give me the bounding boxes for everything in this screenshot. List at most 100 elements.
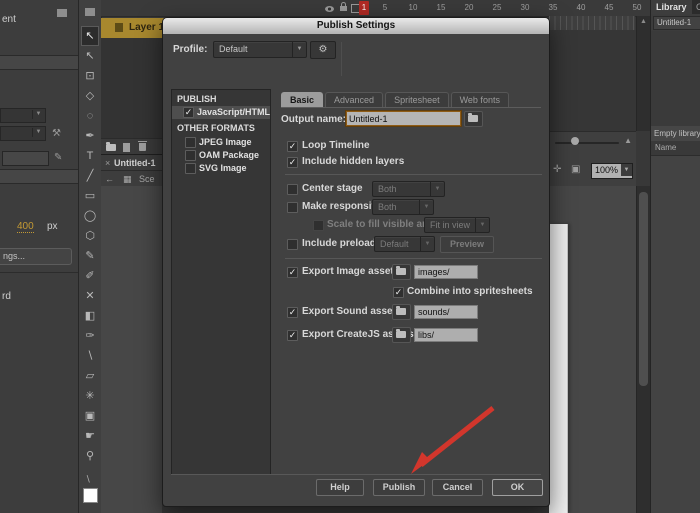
help-button[interactable]: Help (316, 479, 364, 496)
library-name-header[interactable]: Name (651, 141, 700, 156)
text-tool[interactable]: T (81, 146, 99, 166)
swatch-eyedropper-icon[interactable]: ∖ (85, 474, 91, 485)
library-document-select[interactable]: Untitled-1 (653, 16, 700, 30)
zoom-tool[interactable]: ⚲ (81, 446, 99, 466)
frame-number[interactable]: 30 (515, 3, 535, 12)
export-createjs-checkbox[interactable] (287, 330, 298, 341)
left-dropdown-2[interactable]: ▼ (0, 126, 46, 141)
format-jpeg-image[interactable]: JPEG Image (172, 136, 270, 149)
frame-number[interactable]: 40 (571, 3, 591, 12)
format-javascript-html[interactable]: JavaScript/HTML (172, 106, 270, 119)
format-checkbox[interactable] (185, 150, 196, 161)
preloader-dropdown[interactable]: Default ▼ (374, 236, 435, 252)
subselection-tool[interactable]: ↖ (81, 46, 99, 66)
free-transform-tool[interactable]: ⊡ (81, 66, 99, 86)
delete-layer-icon[interactable] (139, 143, 146, 151)
document-tab[interactable]: × Untitled-1 (101, 155, 162, 171)
bone-tool[interactable]: ✕ (81, 286, 99, 306)
scene-label-partial[interactable]: Sce (139, 174, 155, 184)
deco-tool[interactable]: ✳ (81, 386, 99, 406)
left-text-field[interactable] (2, 151, 49, 166)
selection-tool[interactable]: ↖ (81, 26, 99, 46)
scale-fill-dropdown[interactable]: Fit in view ▼ (424, 217, 490, 233)
format-checkbox[interactable] (183, 107, 194, 118)
close-icon[interactable]: × (105, 155, 110, 171)
scrollbar-thumb[interactable] (639, 192, 648, 386)
new-layer-icon[interactable] (123, 143, 130, 152)
output-name-input[interactable] (346, 111, 461, 126)
frame-number[interactable]: 5 (375, 3, 395, 12)
make-responsive-checkbox[interactable] (287, 202, 298, 213)
cancel-button[interactable]: Cancel (432, 479, 483, 496)
pen-tool[interactable]: ✒ (81, 126, 99, 146)
profile-dropdown[interactable]: Default ▼ (213, 41, 307, 58)
polystar-tool[interactable]: ⬡ (81, 226, 99, 246)
publish-button[interactable]: Publish (373, 479, 425, 496)
ok-button[interactable]: OK (492, 479, 543, 496)
back-arrow-icon[interactable]: ← (105, 174, 114, 184)
frame-number[interactable]: 25 (487, 3, 507, 12)
tab-library[interactable]: Library (651, 0, 692, 14)
lock-icon[interactable] (340, 6, 347, 11)
stage-height-value[interactable]: 400 (17, 221, 34, 233)
profile-options-button[interactable]: ⚙ (310, 41, 336, 59)
tab-spritesheet[interactable]: Spritesheet (385, 92, 449, 107)
frame-number[interactable]: 15 (431, 3, 451, 12)
make-responsive-dropdown[interactable]: Both ▼ (372, 199, 434, 215)
oval-tool[interactable]: ◯ (81, 206, 99, 226)
camera-tool[interactable]: ▣ (81, 406, 99, 426)
frame-number[interactable]: 10 (403, 3, 423, 12)
pencil-tool[interactable]: ✎ (81, 246, 99, 266)
createjs-folder-button[interactable] (392, 327, 411, 343)
format-oam-package[interactable]: OAM Package (172, 149, 270, 162)
panel-collapse-icon[interactable] (57, 9, 67, 17)
stage-canvas[interactable] (549, 224, 568, 513)
gradient-transform-tool[interactable]: ◇ (81, 86, 99, 106)
slider-thumb[interactable] (571, 137, 579, 145)
tab-web-fonts[interactable]: Web fonts (451, 92, 509, 107)
left-dropdown-1[interactable]: ▼ (0, 108, 46, 123)
dialog-title[interactable]: Publish Settings (163, 18, 549, 34)
paint-bucket-tool[interactable]: ◧ (81, 306, 99, 326)
stage-scrollbar[interactable] (636, 186, 650, 513)
center-stage-dropdown[interactable]: Both ▼ (372, 181, 445, 197)
frame-number[interactable]: 45 (599, 3, 619, 12)
sound-folder-button[interactable] (392, 304, 411, 320)
settings-button-partial[interactable]: ngs... (0, 248, 72, 265)
clip-bounds-icon[interactable]: ▣ (571, 164, 580, 175)
pencil-icon[interactable]: ✎ (54, 152, 62, 163)
brush-tool[interactable]: ✐ (81, 266, 99, 286)
combine-spritesheets-checkbox[interactable] (393, 287, 404, 298)
frame-number[interactable]: 35 (543, 3, 563, 12)
new-folder-icon[interactable] (106, 144, 116, 151)
rectangle-tool[interactable]: ▭ (81, 186, 99, 206)
format-checkbox[interactable] (185, 137, 196, 148)
output-folder-button[interactable] (464, 111, 483, 127)
scale-fill-checkbox[interactable] (313, 220, 324, 231)
scroll-up-icon[interactable]: ▲ (637, 18, 650, 25)
timeline-ruler[interactable]: 1 5101520253035404550556065 (101, 0, 650, 17)
panel-collapse-icon[interactable] (85, 8, 95, 16)
image-folder-button[interactable] (392, 264, 411, 280)
eyedropper-tool[interactable]: ∖ (81, 346, 99, 366)
hand-tool[interactable]: ☛ (81, 426, 99, 446)
timeline-frames-area[interactable] (549, 30, 636, 131)
frame-tick-band[interactable] (549, 16, 635, 31)
center-stage-checkbox[interactable] (287, 184, 298, 195)
ink-bottle-tool[interactable]: ✑ (81, 326, 99, 346)
tab-basic[interactable]: Basic (281, 92, 323, 107)
lasso-tool[interactable]: ◌ (81, 106, 99, 126)
export-image-checkbox[interactable] (287, 267, 298, 278)
center-frame-icon[interactable]: ✛ (553, 164, 561, 175)
format-svg-image[interactable]: SVG Image (172, 162, 270, 175)
wrench-icon[interactable]: ⚒ (52, 128, 61, 139)
include-hidden-layers-checkbox[interactable] (287, 157, 298, 168)
layer-name[interactable]: Layer 1 (129, 22, 164, 33)
include-preloader-checkbox[interactable] (287, 239, 298, 250)
sound-path-field[interactable]: sounds/ (414, 305, 478, 319)
slider-track[interactable] (555, 142, 619, 144)
image-path-field[interactable]: images/ (414, 265, 478, 279)
export-sound-checkbox[interactable] (287, 307, 298, 318)
stage-zoom-dropdown[interactable]: 100% ▼ (591, 163, 633, 179)
frame-number[interactable]: 50 (627, 3, 647, 12)
